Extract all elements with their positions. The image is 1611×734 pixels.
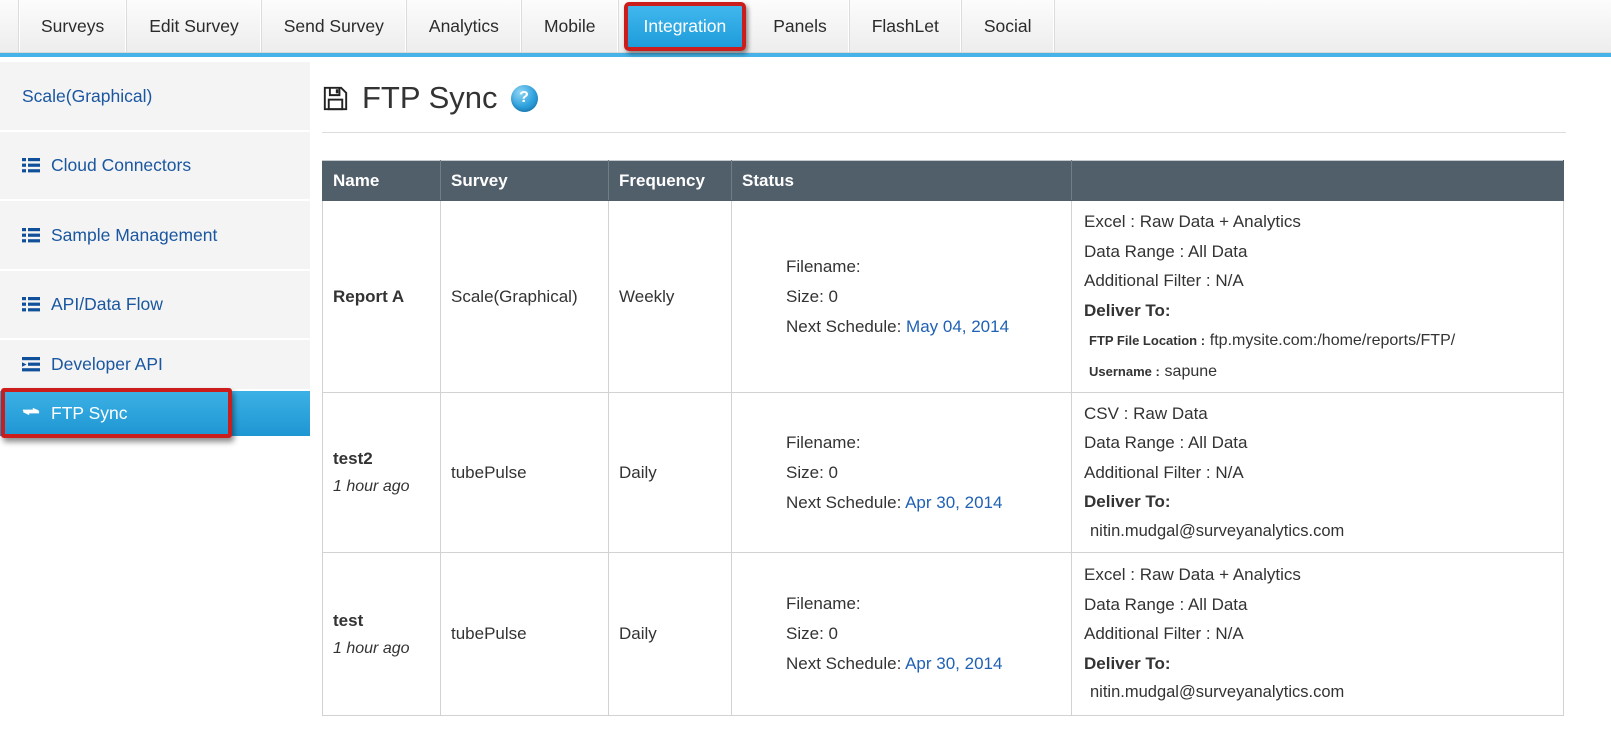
sync-arrows-icon	[22, 407, 40, 421]
list-icon	[22, 158, 40, 173]
username-line: Username : sapune	[1084, 356, 1563, 387]
size-label: Size: 0	[786, 619, 1071, 649]
sidebar-item-api-data-flow[interactable]: API/Data Flow	[0, 271, 310, 340]
survey-cell: Scale(Graphical)	[441, 201, 609, 393]
survey-cell: tubePulse	[441, 393, 609, 553]
sidebar: Scale(Graphical) Cloud Connectors Sample…	[0, 62, 310, 436]
tab-panels[interactable]: Panels	[751, 0, 850, 52]
name-cell: test2 1 hour ago	[323, 393, 441, 553]
filename-label: Filename:	[786, 589, 1071, 619]
table-row: Report A Scale(Graphical) Weekly Filenam…	[323, 201, 1564, 393]
sidebar-item-developer-api[interactable]: Developer API	[0, 340, 310, 391]
main-content: FTP Sync ? Name Survey Frequency Status …	[322, 57, 1566, 716]
tab-mobile[interactable]: Mobile	[522, 0, 619, 52]
header-divider	[322, 132, 1566, 133]
sync-name: Report A	[333, 287, 440, 307]
tab-analytics[interactable]: Analytics	[407, 0, 522, 52]
username-value: sapune	[1165, 363, 1218, 380]
frequency-cell: Daily	[609, 393, 732, 553]
column-header-status: Status	[732, 161, 1072, 201]
export-format: Excel : Raw Data + Analytics	[1084, 560, 1563, 590]
ftp-location-line: FTP File Location : ftp.mysite.com:/home…	[1084, 325, 1563, 356]
tab-surveys[interactable]: Surveys	[18, 0, 127, 52]
ftp-location-value: ftp.mysite.com:/home/reports/FTP/	[1210, 332, 1455, 349]
sync-name: test2	[333, 449, 440, 469]
additional-filter: Additional Filter : N/A	[1084, 458, 1563, 488]
page-title: FTP Sync	[362, 80, 498, 116]
export-format: CSV : Raw Data	[1084, 399, 1563, 429]
next-schedule-label: Next Schedule:	[786, 654, 901, 673]
table-row: test 1 hour ago tubePulse Daily Filename…	[323, 553, 1564, 716]
username-label: Username :	[1089, 364, 1160, 379]
age-label: 1 hour ago	[333, 478, 440, 496]
deliver-to-label: Deliver To:	[1084, 487, 1563, 517]
details-cell: CSV : Raw Data Data Range : All Data Add…	[1072, 393, 1564, 553]
sidebar-item-label: Developer API	[51, 354, 163, 375]
details-cell: Excel : Raw Data + Analytics Data Range …	[1072, 201, 1564, 393]
status-cell: Filename: Size: 0 Next Schedule: Apr 30,…	[732, 393, 1072, 553]
tab-social[interactable]: Social	[962, 0, 1055, 52]
sidebar-item-label: Sample Management	[51, 225, 217, 246]
frequency-cell: Weekly	[609, 201, 732, 393]
sidebar-item-ftp-sync[interactable]: FTP Sync	[0, 391, 310, 436]
survey-cell: tubePulse	[441, 553, 609, 716]
deliver-to-label: Deliver To:	[1084, 649, 1563, 679]
next-schedule-line: Next Schedule: May 04, 2014	[786, 312, 1071, 342]
filename-label: Filename:	[786, 428, 1071, 458]
next-schedule-date-link[interactable]: Apr 30, 2014	[905, 493, 1002, 512]
indent-list-icon	[22, 357, 40, 372]
column-header-name: Name	[323, 161, 441, 201]
size-label: Size: 0	[786, 282, 1071, 312]
age-label: 1 hour ago	[333, 640, 440, 658]
ftp-sync-table: Name Survey Frequency Status Report A Sc…	[322, 160, 1564, 716]
list-icon	[22, 228, 40, 243]
sidebar-item-label: FTP Sync	[51, 403, 128, 424]
floppy-disk-icon	[322, 85, 349, 112]
column-header-frequency: Frequency	[609, 161, 732, 201]
status-cell: Filename: Size: 0 Next Schedule: May 04,…	[732, 201, 1072, 393]
sidebar-item-label: API/Data Flow	[51, 294, 163, 315]
frequency-cell: Daily	[609, 553, 732, 716]
next-schedule-label: Next Schedule:	[786, 317, 901, 336]
size-label: Size: 0	[786, 458, 1071, 488]
top-navigation: Surveys Edit Survey Send Survey Analytic…	[0, 0, 1611, 53]
filename-label: Filename:	[786, 252, 1071, 282]
status-cell: Filename: Size: 0 Next Schedule: Apr 30,…	[732, 553, 1072, 716]
data-range: Data Range : All Data	[1084, 590, 1563, 620]
next-schedule-date-link[interactable]: Apr 30, 2014	[905, 654, 1002, 673]
name-cell: Report A	[323, 201, 441, 393]
name-cell: test 1 hour ago	[323, 553, 441, 716]
tab-edit-survey[interactable]: Edit Survey	[127, 0, 261, 52]
sidebar-item-label: Cloud Connectors	[51, 155, 191, 176]
next-schedule-line: Next Schedule: Apr 30, 2014	[786, 488, 1071, 518]
next-schedule-line: Next Schedule: Apr 30, 2014	[786, 649, 1071, 679]
list-icon	[22, 297, 40, 312]
tab-flashlet[interactable]: FlashLet	[850, 0, 962, 52]
tab-integration[interactable]: Integration	[624, 2, 747, 51]
sidebar-item-sample-management[interactable]: Sample Management	[0, 201, 310, 271]
column-header-survey: Survey	[441, 161, 609, 201]
deliver-email: nitin.mudgal@surveyanalytics.com	[1084, 517, 1563, 547]
sidebar-item-scale-graphical[interactable]: Scale(Graphical)	[0, 62, 310, 132]
tab-send-survey[interactable]: Send Survey	[262, 0, 407, 52]
column-header-details	[1072, 161, 1564, 201]
page-header: FTP Sync ?	[322, 77, 1566, 119]
table-header-row: Name Survey Frequency Status	[323, 161, 1564, 201]
question-mark-icon[interactable]: ?	[511, 85, 538, 112]
table-row: test2 1 hour ago tubePulse Daily Filenam…	[323, 393, 1564, 553]
data-range: Data Range : All Data	[1084, 237, 1563, 267]
sidebar-item-cloud-connectors[interactable]: Cloud Connectors	[0, 132, 310, 201]
ftp-location-label: FTP File Location :	[1089, 333, 1205, 348]
deliver-email: nitin.mudgal@surveyanalytics.com	[1084, 678, 1563, 708]
next-schedule-label: Next Schedule:	[786, 493, 901, 512]
export-format: Excel : Raw Data + Analytics	[1084, 207, 1563, 237]
additional-filter: Additional Filter : N/A	[1084, 619, 1563, 649]
next-schedule-date-link[interactable]: May 04, 2014	[906, 317, 1009, 336]
additional-filter: Additional Filter : N/A	[1084, 266, 1563, 296]
sidebar-item-label: Scale(Graphical)	[22, 86, 152, 107]
details-cell: Excel : Raw Data + Analytics Data Range …	[1072, 553, 1564, 716]
deliver-to-label: Deliver To:	[1084, 296, 1563, 326]
sync-name: test	[333, 611, 440, 631]
data-range: Data Range : All Data	[1084, 428, 1563, 458]
